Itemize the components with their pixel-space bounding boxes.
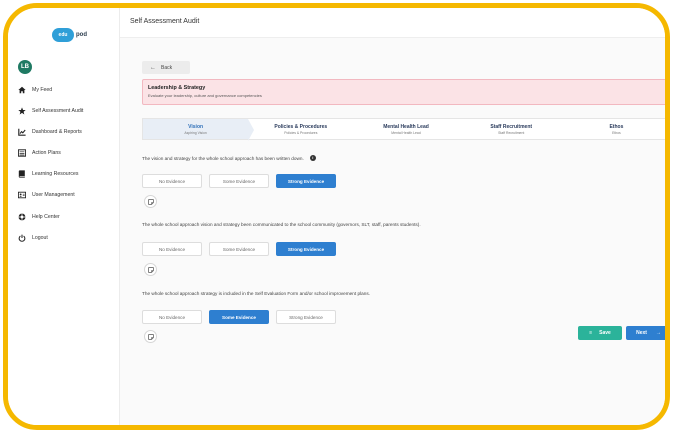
step-subtitle: Mental Health Lead xyxy=(391,130,421,135)
section-subtitle: Evaluate your leadership, culture and go… xyxy=(148,93,262,98)
step-tabs: Vision Aspiring Vision Policies & Proced… xyxy=(142,118,665,141)
sidebar-item-label: User Management xyxy=(32,192,75,199)
step-subtitle: Aspiring Vision xyxy=(184,130,207,135)
section-title: Leadership & Strategy xyxy=(148,85,206,91)
sidebar-item-help-center[interactable]: Help Center xyxy=(18,211,83,222)
question-text: The whole school approach vision and str… xyxy=(142,222,421,227)
evidence-options-2: No Evidence Some Evidence Strong Evidenc… xyxy=(142,242,336,256)
logo-text: pod xyxy=(76,32,87,38)
sidebar-item-label: Learning Resources xyxy=(32,171,79,178)
step-tab-policies-procedures[interactable]: Policies & Procedures Policies & Procedu… xyxy=(248,119,353,139)
sidebar-item-label: Action Plans xyxy=(32,150,61,157)
no-evidence-button[interactable]: No Evidence xyxy=(142,174,202,188)
strong-evidence-button[interactable]: Strong Evidence xyxy=(276,174,336,188)
note-icon xyxy=(147,333,154,340)
add-note-button[interactable] xyxy=(144,330,157,343)
question-2: The whole school approach vision and str… xyxy=(142,222,421,227)
step-title: Ethos xyxy=(609,123,624,130)
step-title: Mental Health Lead xyxy=(383,123,429,130)
sidebar-item-label: My Feed xyxy=(32,86,53,93)
page-title: Self Assessment Audit xyxy=(130,18,200,25)
sidebar-item-label: Self Assessment Audit xyxy=(32,107,84,114)
list-icon xyxy=(18,148,32,158)
arrow-right-icon: → xyxy=(655,330,661,336)
step-tab-ethos[interactable]: Ethos Ethos xyxy=(564,119,665,139)
logo[interactable]: edu pod xyxy=(52,28,87,42)
evidence-options-1: No Evidence Some Evidence Strong Evidenc… xyxy=(142,174,336,188)
strong-evidence-button[interactable]: Strong Evidence xyxy=(276,242,336,256)
strong-evidence-button[interactable]: Strong Evidence xyxy=(276,310,336,324)
some-evidence-button[interactable]: Some Evidence xyxy=(209,242,269,256)
sidebar: edu pod LB My Feed Self Assessment Audit xyxy=(8,8,120,425)
sidebar-item-action-plans[interactable]: Action Plans xyxy=(18,148,83,159)
add-note-button[interactable] xyxy=(144,263,157,276)
step-title: Vision xyxy=(188,123,204,130)
step-title: Staff Recruitment xyxy=(490,123,533,130)
sidebar-item-user-management[interactable]: User Management xyxy=(18,190,83,201)
save-button-label: Save xyxy=(599,330,611,336)
sidebar-item-label: Logout xyxy=(32,234,48,241)
question-text: The vision and strategy for the whole sc… xyxy=(142,155,304,161)
power-icon xyxy=(18,233,32,243)
step-subtitle: Staff Recruitment xyxy=(498,130,525,135)
no-evidence-button[interactable]: No Evidence xyxy=(142,242,202,256)
star-icon xyxy=(18,106,32,116)
info-icon[interactable]: i xyxy=(309,155,316,161)
help-icon xyxy=(18,212,32,222)
step-tab-vision[interactable]: Vision Aspiring Vision xyxy=(143,119,255,141)
sidebar-item-label: Dashboard & Reports xyxy=(32,128,82,135)
sidebar-nav: My Feed Self Assessment Audit Dashboard … xyxy=(18,84,83,254)
sidebar-item-dashboard-reports[interactable]: Dashboard & Reports xyxy=(18,126,83,137)
next-button[interactable]: Next → xyxy=(626,326,665,340)
arrow-left-icon: ← xyxy=(150,64,156,71)
sidebar-item-my-feed[interactable]: My Feed xyxy=(18,84,83,95)
question-3: The whole school approach strategy is in… xyxy=(142,291,370,296)
main-content: ← Back Leadership & Strategy Evaluate yo… xyxy=(120,38,665,425)
note-icon xyxy=(147,198,154,205)
logo-badge: edu xyxy=(52,28,74,42)
save-button[interactable]: ≡ Save xyxy=(578,326,622,340)
chart-icon xyxy=(18,127,32,137)
app-frame: edu pod LB My Feed Self Assessment Audit xyxy=(3,3,670,430)
question-text: The whole school approach strategy is in… xyxy=(142,291,370,296)
no-evidence-button[interactable]: No Evidence xyxy=(142,310,202,324)
book-icon xyxy=(18,169,32,179)
back-button-label: Back xyxy=(161,64,173,71)
sidebar-item-logout[interactable]: Logout xyxy=(18,232,83,243)
sidebar-item-learning-resources[interactable]: Learning Resources xyxy=(18,169,83,180)
top-bar: Self Assessment Audit xyxy=(120,8,665,38)
home-icon xyxy=(18,85,32,95)
some-evidence-button[interactable]: Some Evidence xyxy=(209,310,269,324)
note-icon xyxy=(147,266,154,273)
add-note-button[interactable] xyxy=(144,195,157,208)
save-icon: ≡ xyxy=(589,330,593,336)
back-button[interactable]: ← Back xyxy=(142,61,190,74)
question-1: The vision and strategy for the whole sc… xyxy=(142,155,316,161)
step-subtitle: Ethos xyxy=(612,130,621,135)
some-evidence-button[interactable]: Some Evidence xyxy=(209,174,269,188)
step-title: Policies & Procedures xyxy=(274,123,328,130)
step-tab-mental-health-lead[interactable]: Mental Health Lead Mental Health Lead xyxy=(353,119,458,139)
next-button-label: Next xyxy=(636,330,647,336)
step-tab-staff-recruitment[interactable]: Staff Recruitment Staff Recruitment xyxy=(459,119,564,139)
avatar[interactable]: LB xyxy=(18,60,32,74)
user-card-icon xyxy=(18,190,32,200)
sidebar-item-label: Help Center xyxy=(32,213,60,220)
evidence-options-3: No Evidence Some Evidence Strong Evidenc… xyxy=(142,310,336,324)
step-subtitle: Policies & Procedures xyxy=(284,130,318,135)
sidebar-item-self-assessment-audit[interactable]: Self Assessment Audit xyxy=(18,105,83,116)
section-banner: Leadership & Strategy Evaluate your lead… xyxy=(142,79,665,105)
